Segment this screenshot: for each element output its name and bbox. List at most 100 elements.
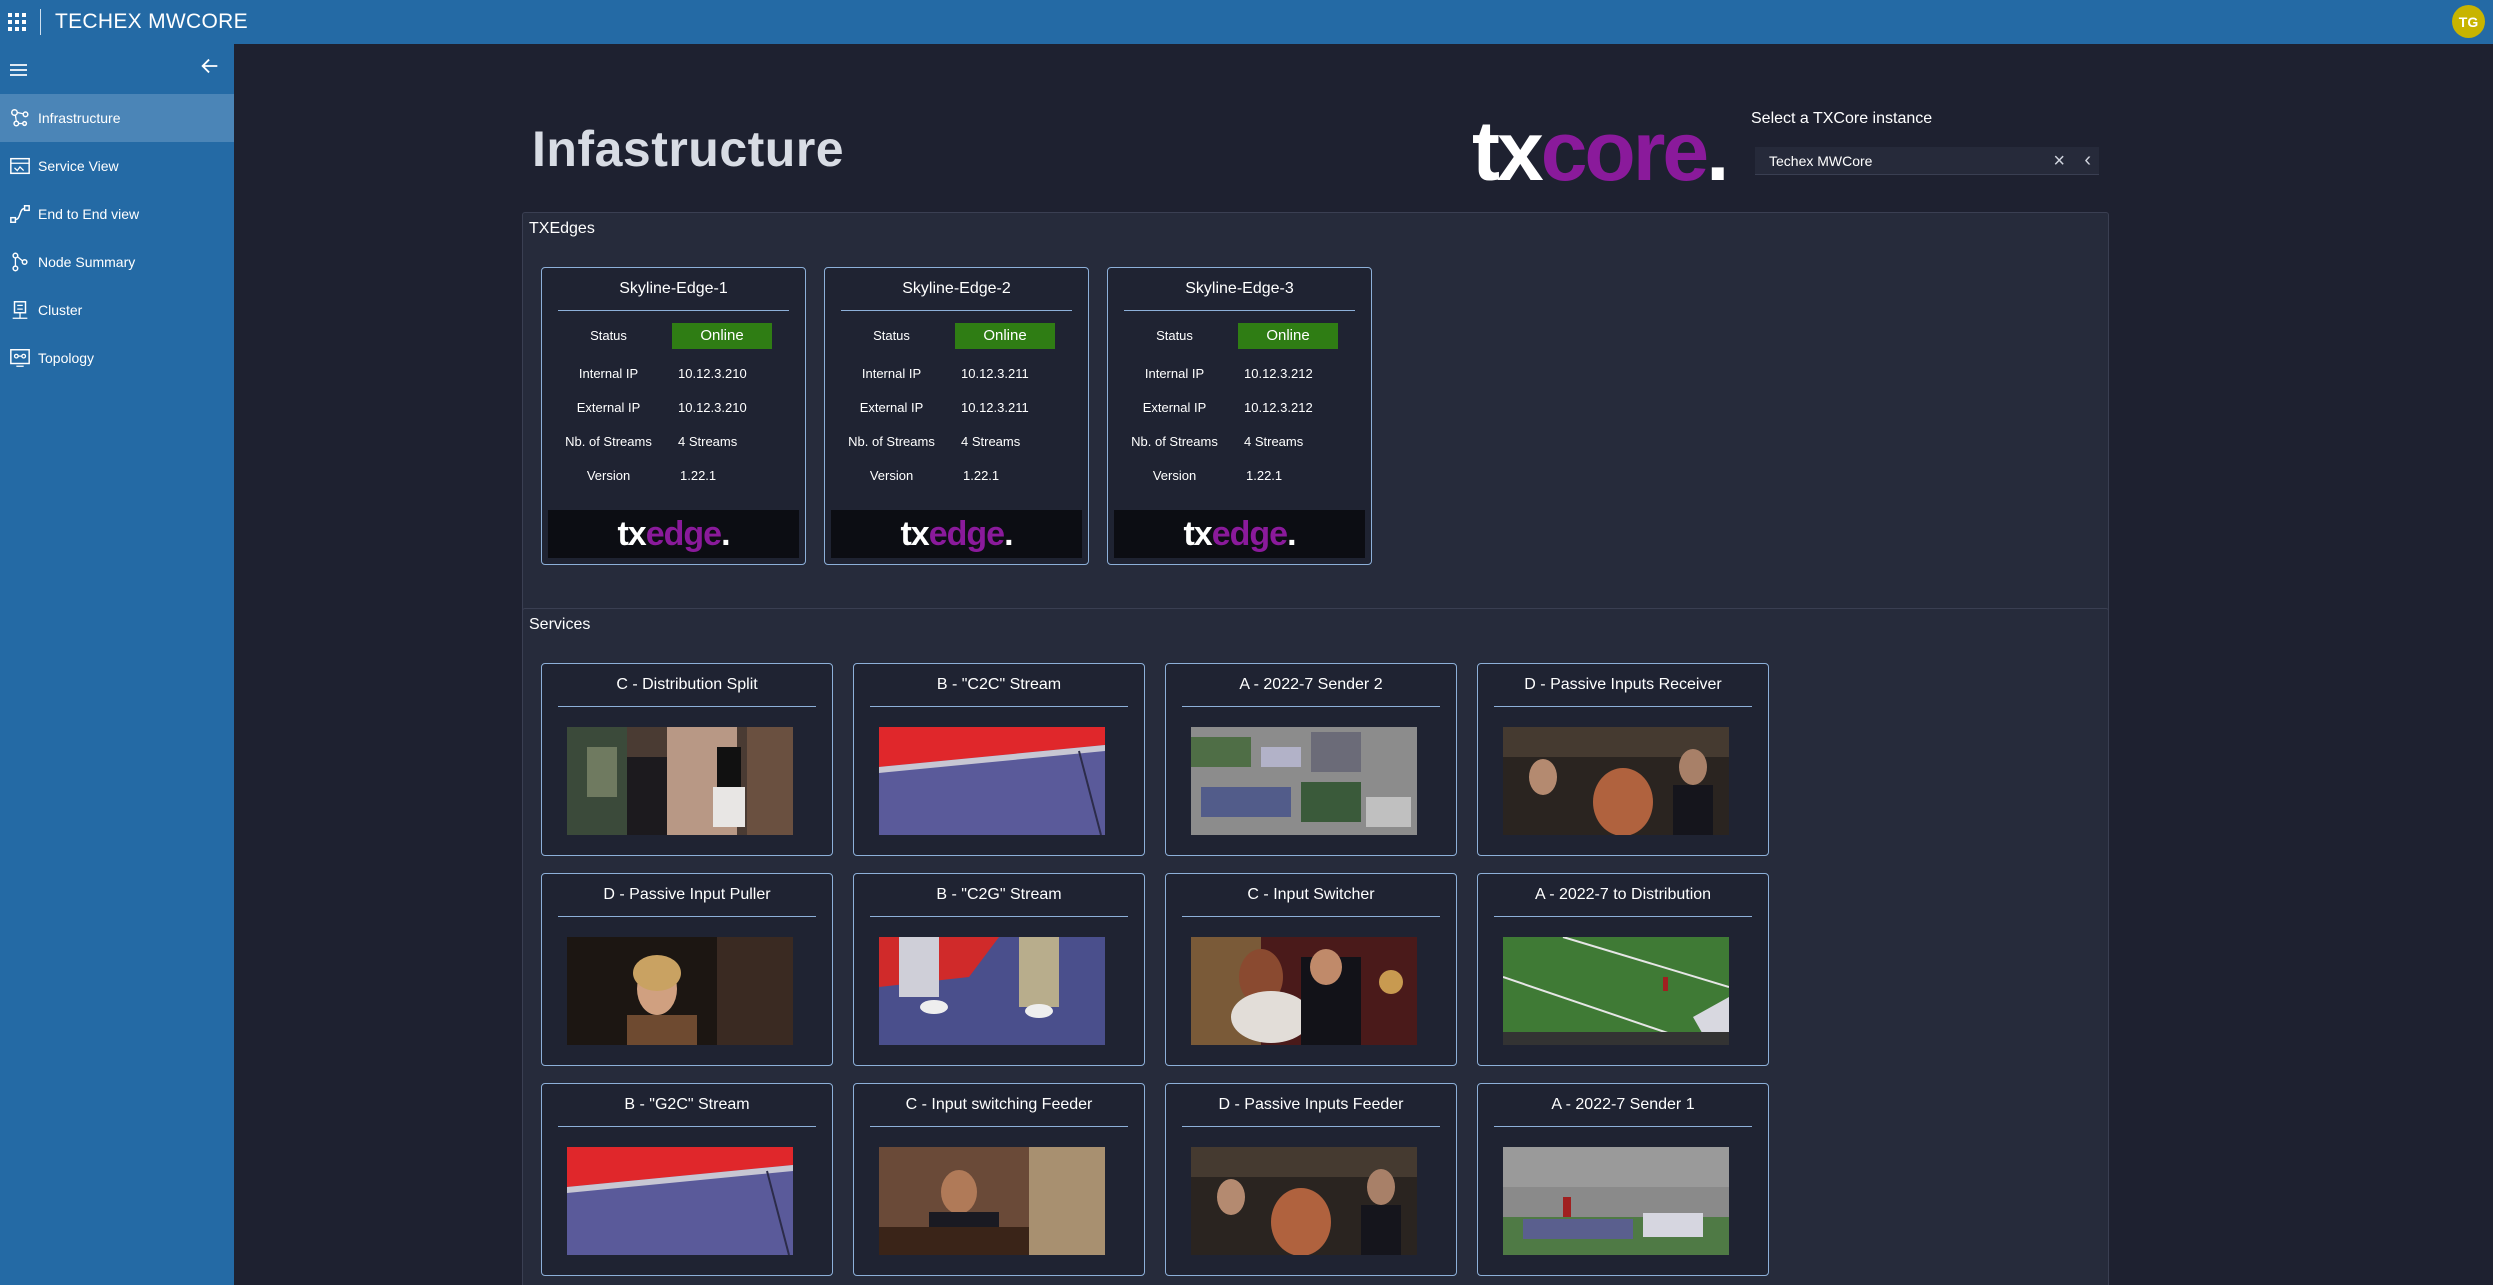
streams-value: 4 Streams [961, 434, 1021, 449]
internal-ip-value: 10.12.3.210 [678, 366, 747, 381]
streams-label: Nb. of Streams [848, 434, 935, 449]
divider [870, 706, 1128, 707]
infrastructure-icon [0, 107, 40, 129]
service-name: C - Input Switcher [1247, 886, 1375, 903]
sidebar-item-service-view[interactable]: Service View [0, 142, 234, 190]
divider [1182, 1126, 1440, 1127]
service-thumbnail [567, 1147, 793, 1255]
service-card[interactable]: C - Input switching Feeder [853, 1083, 1145, 1276]
internal-ip-label: Internal IP [1144, 366, 1205, 381]
service-name: D - Passive Inputs Receiver [1524, 676, 1722, 693]
panel-title: Services [529, 616, 591, 633]
instance-select[interactable]: Techex MWCore × ‹ [1755, 147, 2099, 175]
service-view-icon [0, 155, 40, 177]
sidebar: Infrastructure Service View End to End v… [0, 44, 234, 1285]
main-content: Infastructure txcore. Select a TXCore in… [234, 44, 2493, 1285]
service-name: B - "C2C" Stream [936, 676, 1062, 693]
txedge-logo: tx edge. [548, 510, 799, 558]
external-ip-value: 10.12.3.210 [678, 400, 747, 415]
sidebar-item-node-summary[interactable]: Node Summary [0, 238, 234, 286]
status-label: Status [1156, 328, 1193, 343]
collapse-sidebar-icon[interactable] [198, 55, 222, 79]
instance-select-value: Techex MWCore [1769, 152, 1873, 169]
top-bar: TECHEX MWCORE TG [0, 0, 2493, 44]
internal-ip-value: 10.12.3.212 [1244, 366, 1313, 381]
divider [870, 1126, 1128, 1127]
sidebar-item-label: Service View [38, 158, 119, 174]
service-thumbnail [879, 937, 1105, 1045]
user-avatar[interactable]: TG [2452, 5, 2485, 38]
divider [558, 706, 816, 707]
end-to-end-icon [0, 203, 40, 225]
version-value: 1.22.1 [1246, 468, 1283, 483]
internal-ip-label: Internal IP [578, 366, 639, 381]
service-name: D - Passive Input Puller [603, 886, 771, 903]
streams-value: 4 Streams [1244, 434, 1304, 449]
edge-name: Skyline-Edge-2 [902, 280, 1011, 297]
service-thumbnail [1503, 937, 1729, 1045]
divider [1124, 310, 1355, 311]
service-card[interactable]: B - "G2C" Stream [541, 1083, 833, 1276]
cluster-icon [0, 299, 40, 321]
service-thumbnail [1191, 937, 1417, 1045]
services-panel: Services C - Distribution Split B - "C2C… [522, 608, 2109, 1285]
divider [558, 916, 816, 917]
external-ip-label: External IP [576, 400, 641, 415]
service-thumbnail [567, 937, 793, 1045]
service-thumbnail [1191, 1147, 1417, 1255]
status-badge: Online [955, 323, 1055, 349]
version-value: 1.22.1 [963, 468, 1000, 483]
service-card[interactable]: C - Input Switcher [1165, 873, 1457, 1066]
sidebar-item-label: End to End view [38, 206, 140, 222]
chevron-left-icon[interactable]: ‹ [2084, 149, 2091, 172]
service-thumbnail [879, 727, 1105, 835]
service-card[interactable]: A - 2022-7 to Distribution [1477, 873, 1769, 1066]
service-card[interactable]: B - "C2C" Stream [853, 663, 1145, 856]
sidebar-item-label: Node Summary [38, 254, 136, 270]
sidebar-item-end-to-end[interactable]: End to End view [0, 190, 234, 238]
hamburger-menu-icon[interactable] [10, 64, 27, 79]
service-name: C - Input switching Feeder [905, 1096, 1093, 1113]
sidebar-item-topology[interactable]: Topology [0, 334, 234, 382]
sidebar-item-infrastructure[interactable]: Infrastructure [0, 94, 234, 142]
external-ip-value: 10.12.3.211 [961, 400, 1029, 415]
divider [558, 1126, 816, 1127]
clear-icon[interactable]: × [2053, 150, 2065, 173]
sidebar-item-label: Cluster [38, 302, 83, 318]
service-card[interactable]: B - "C2G" Stream [853, 873, 1145, 1066]
service-name: D - Passive Inputs Feeder [1218, 1096, 1404, 1113]
service-thumbnail [1503, 727, 1729, 835]
app-launcher-button[interactable] [0, 0, 34, 44]
service-name: B - "C2G" Stream [936, 886, 1062, 903]
external-ip-value: 10.12.3.212 [1244, 400, 1313, 415]
service-card[interactable]: A - 2022-7 Sender 2 [1165, 663, 1457, 856]
edge-name: Skyline-Edge-3 [1185, 280, 1294, 297]
edge-card[interactable]: Skyline-Edge-1 Status Online Internal IP… [541, 267, 806, 565]
sidebar-item-label: Infrastructure [38, 110, 121, 126]
service-name: A - 2022-7 to Distribution [1534, 886, 1712, 903]
service-card[interactable]: D - Passive Inputs Feeder [1165, 1083, 1457, 1276]
divider [40, 9, 41, 35]
streams-label: Nb. of Streams [565, 434, 652, 449]
edge-card[interactable]: Skyline-Edge-3 Status Online Internal IP… [1107, 267, 1372, 565]
node-summary-icon [0, 251, 40, 273]
streams-value: 4 Streams [678, 434, 738, 449]
service-name: C - Distribution Split [616, 676, 758, 693]
sidebar-item-cluster[interactable]: Cluster [0, 286, 234, 334]
external-ip-label: External IP [1142, 400, 1207, 415]
version-value: 1.22.1 [680, 468, 717, 483]
service-card[interactable]: A - 2022-7 Sender 1 [1477, 1083, 1769, 1276]
edge-name: Skyline-Edge-1 [619, 280, 728, 297]
edge-card[interactable]: Skyline-Edge-2 Status Online Internal IP… [824, 267, 1089, 565]
service-card[interactable]: D - Passive Input Puller [541, 873, 833, 1066]
service-card[interactable]: C - Distribution Split [541, 663, 833, 856]
service-thumbnail [1191, 727, 1417, 835]
status-label: Status [873, 328, 910, 343]
divider [1182, 706, 1440, 707]
service-name: A - 2022-7 Sender 2 [1239, 676, 1383, 693]
service-card[interactable]: D - Passive Inputs Receiver [1477, 663, 1769, 856]
page-title: Infastructure [532, 121, 845, 177]
divider [1494, 916, 1752, 917]
service-name: B - "G2C" Stream [624, 1096, 750, 1113]
streams-label: Nb. of Streams [1131, 434, 1218, 449]
